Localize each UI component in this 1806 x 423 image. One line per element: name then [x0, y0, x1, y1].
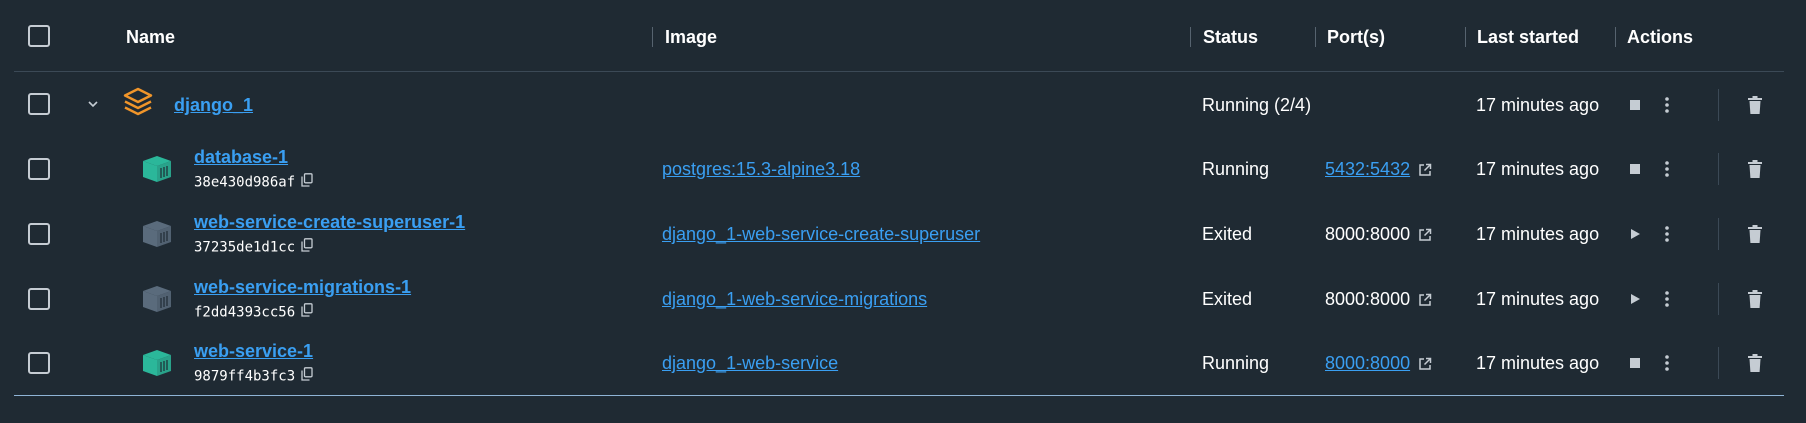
action-divider — [1718, 347, 1719, 379]
external-link-icon[interactable] — [1418, 225, 1432, 247]
container-id: 38e430d986af — [194, 173, 313, 192]
header-ports[interactable]: Port(s) — [1327, 26, 1385, 48]
more-options-icon[interactable] — [1656, 288, 1678, 310]
stack-icon — [122, 87, 154, 122]
chevron-down-icon[interactable] — [86, 97, 100, 116]
container-icon — [142, 349, 172, 382]
more-options-icon[interactable] — [1656, 94, 1678, 116]
external-link-icon[interactable] — [1418, 290, 1432, 312]
container-icon — [142, 155, 172, 188]
trash-icon[interactable] — [1744, 94, 1766, 116]
port-text[interactable]: 8000:8000 — [1325, 224, 1410, 244]
table-bottom-border — [14, 395, 1784, 396]
row-checkbox[interactable] — [28, 288, 50, 310]
header-last-started[interactable]: Last started — [1477, 26, 1579, 48]
container-id: f2dd4393cc56 — [194, 303, 313, 322]
image-link[interactable]: django_1-web-service-create-superuser — [662, 223, 980, 245]
container-status: Running — [1202, 353, 1270, 373]
copy-icon[interactable] — [301, 238, 313, 257]
select-all-checkbox[interactable] — [28, 25, 50, 47]
table-row[interactable]: database-1 38e430d986af postgres:15.3-al… — [14, 137, 1784, 201]
table-row[interactable]: web-service-1 9879ff4b3fc3 django_1-web-… — [14, 331, 1784, 395]
table-header: Name Image Status Port(s) Last started A… — [14, 0, 1784, 72]
port-text[interactable]: 8000:8000 — [1325, 289, 1410, 309]
row-checkbox[interactable] — [28, 223, 50, 245]
trash-icon[interactable] — [1744, 158, 1766, 180]
port-mapping[interactable]: 8000:8000 — [1325, 223, 1432, 247]
container-last-started: 17 minutes ago — [1476, 289, 1600, 309]
image-link[interactable]: django_1-web-service — [662, 352, 838, 374]
container-id-text: 37235de1d1cc — [194, 239, 296, 256]
column-divider[interactable] — [1190, 27, 1191, 47]
port-text[interactable]: 5432:5432 — [1325, 159, 1410, 179]
column-divider[interactable] — [652, 27, 653, 47]
container-icon — [142, 220, 172, 253]
port-mapping[interactable]: 8000:8000 — [1325, 352, 1432, 376]
column-divider[interactable] — [1615, 27, 1616, 47]
header-status[interactable]: Status — [1203, 26, 1258, 48]
port-mapping[interactable]: 5432:5432 — [1325, 158, 1432, 182]
header-actions: Actions — [1627, 27, 1694, 47]
action-divider — [1718, 153, 1719, 185]
trash-icon[interactable] — [1744, 288, 1766, 310]
header-image[interactable]: Image — [665, 26, 717, 48]
port-mapping[interactable]: 8000:8000 — [1325, 288, 1432, 312]
container-id-text: f2dd4393cc56 — [194, 304, 296, 321]
image-link[interactable]: postgres:15.3-alpine3.18 — [662, 158, 860, 180]
container-last-started: 17 minutes ago — [1476, 353, 1600, 373]
action-divider — [1718, 283, 1719, 315]
row-checkbox[interactable] — [28, 93, 50, 115]
container-status: Running — [1202, 159, 1270, 179]
container-last-started: 17 minutes ago — [1476, 159, 1600, 179]
stop-icon[interactable] — [1624, 158, 1646, 180]
stop-icon[interactable] — [1624, 352, 1646, 374]
container-name-link[interactable]: web-service-1 — [194, 340, 313, 362]
trash-icon[interactable] — [1744, 352, 1766, 374]
trash-icon[interactable] — [1744, 223, 1766, 245]
group-status: Running (2/4) — [1202, 95, 1312, 115]
container-name-link[interactable]: web-service-migrations-1 — [194, 276, 411, 298]
table-row[interactable]: web-service-migrations-1 f2dd4393cc56 dj… — [14, 267, 1784, 331]
group-name-link[interactable]: django_1 — [174, 94, 253, 116]
more-options-icon[interactable] — [1656, 352, 1678, 374]
container-id-text: 9879ff4b3fc3 — [194, 368, 296, 385]
more-options-icon[interactable] — [1656, 223, 1678, 245]
external-link-icon[interactable] — [1418, 160, 1432, 182]
table-row[interactable]: web-service-create-superuser-1 37235de1d… — [14, 202, 1784, 266]
container-status: Exited — [1202, 224, 1253, 244]
container-id: 37235de1d1cc — [194, 238, 313, 257]
group-row-django-1[interactable]: django_1 Running (2/4) 17 minutes ago — [14, 73, 1784, 137]
column-divider[interactable] — [1465, 27, 1466, 47]
image-link[interactable]: django_1-web-service-migrations — [662, 288, 927, 310]
play-icon[interactable] — [1624, 288, 1646, 310]
row-checkbox[interactable] — [28, 158, 50, 180]
container-status: Exited — [1202, 289, 1253, 309]
group-last-started: 17 minutes ago — [1476, 95, 1600, 115]
copy-icon[interactable] — [301, 173, 313, 192]
port-text[interactable]: 8000:8000 — [1325, 353, 1410, 373]
external-link-icon[interactable] — [1418, 354, 1432, 376]
copy-icon[interactable] — [301, 367, 313, 386]
action-divider — [1718, 218, 1719, 250]
container-last-started: 17 minutes ago — [1476, 224, 1600, 244]
container-icon — [142, 285, 172, 318]
container-name-link[interactable]: database-1 — [194, 146, 288, 168]
header-name[interactable]: Name — [126, 26, 175, 48]
containers-table: Name Image Status Port(s) Last started A… — [14, 0, 1784, 72]
more-options-icon[interactable] — [1656, 158, 1678, 180]
container-id: 9879ff4b3fc3 — [194, 367, 313, 386]
action-divider — [1718, 89, 1719, 121]
column-divider[interactable] — [1315, 27, 1316, 47]
container-id-text: 38e430d986af — [194, 174, 296, 191]
container-name-link[interactable]: web-service-create-superuser-1 — [194, 211, 465, 233]
stop-icon[interactable] — [1624, 94, 1646, 116]
row-checkbox[interactable] — [28, 352, 50, 374]
play-icon[interactable] — [1624, 223, 1646, 245]
copy-icon[interactable] — [301, 303, 313, 322]
